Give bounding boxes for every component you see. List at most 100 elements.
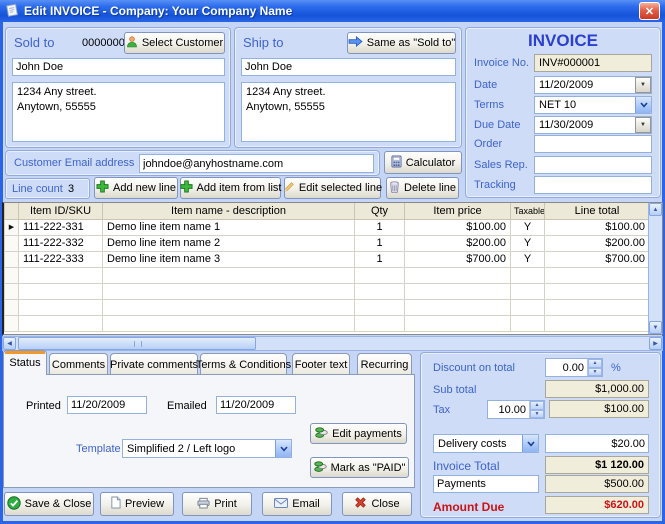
tab-terms-conditions[interactable]: Terms & Conditions [196, 353, 291, 375]
table-row[interactable]: ▶ 111-222-331 Demo line item name 1 1 $100.0… [4, 218, 650, 236]
cell[interactable]: 111-222-332 [18, 234, 103, 252]
cell[interactable]: $200.00 [404, 234, 511, 252]
cell [544, 314, 650, 332]
cell[interactable]: 1 [354, 234, 405, 252]
scrollbar-thumb[interactable] [18, 337, 256, 350]
delivery-costs-select[interactable]: Delivery costs [433, 434, 539, 453]
cell[interactable]: $100.00 [544, 218, 650, 236]
cell[interactable]: 1 [354, 250, 405, 268]
cell[interactable]: 111-222-333 [18, 250, 103, 268]
col-qty[interactable]: Qty [354, 203, 405, 220]
order-input[interactable] [534, 135, 652, 153]
chevron-down-icon[interactable] [522, 435, 538, 452]
scroll-up-icon[interactable]: ▲ [649, 203, 662, 216]
scroll-left-icon[interactable]: ◀ [3, 337, 16, 350]
cell[interactable]: Demo line item name 1 [102, 218, 355, 236]
ship-to-name-input[interactable] [241, 58, 456, 76]
col-description[interactable]: Item name - description [102, 203, 355, 220]
line-items-grid: Item ID/SKU Item name - description Qty … [2, 202, 663, 335]
add-new-line-button[interactable]: Add new line [94, 177, 178, 199]
cell [510, 298, 545, 316]
chevron-down-icon[interactable] [275, 440, 291, 457]
table-row[interactable]: 111-222-333 Demo line item name 3 1 $700.00… [4, 250, 650, 268]
template-select[interactable]: Simplified 2 / Left logo [122, 439, 292, 458]
mark-as-paid-button[interactable]: Mark as "PAID" [310, 457, 409, 478]
spin-up-icon[interactable]: ▲ [530, 401, 544, 410]
calculator-button[interactable]: Calculator [384, 151, 462, 174]
ship-to-address-input[interactable]: 1234 Any street. Anytown, 55555 [241, 82, 456, 142]
spin-down-icon[interactable]: ▼ [530, 409, 544, 418]
delete-line-button[interactable]: Delete line [386, 177, 459, 199]
cell [18, 266, 103, 284]
edit-selected-line-button[interactable]: Edit selected line [284, 177, 382, 199]
emailed-date-input[interactable] [216, 396, 296, 414]
tracking-input[interactable] [534, 176, 652, 194]
payments-field[interactable] [433, 475, 539, 493]
person-icon [126, 35, 138, 51]
col-item-id[interactable]: Item ID/SKU [18, 203, 103, 220]
terms-select[interactable]: NET 10 [534, 96, 652, 114]
tax-rate-input[interactable] [488, 401, 529, 418]
horizontal-scrollbar[interactable]: ◀ ▶ [2, 336, 663, 351]
spin-down-icon[interactable]: ▼ [588, 367, 602, 376]
col-item-price[interactable]: Item price [404, 203, 511, 220]
cell[interactable]: 1 [354, 218, 405, 236]
invoice-no-field: INV#000001 [534, 54, 652, 72]
select-customer-button[interactable]: Select Customer [124, 32, 225, 54]
vertical-scrollbar[interactable]: ▲ ▼ [648, 203, 662, 334]
printed-date-input[interactable] [67, 396, 147, 414]
trash-icon [389, 180, 400, 196]
discount-input[interactable] [546, 359, 587, 376]
sold-to-name-input[interactable] [12, 58, 225, 76]
print-button[interactable]: Print [182, 492, 252, 516]
col-taxable[interactable]: Taxable [510, 203, 545, 220]
cell[interactable]: $200.00 [544, 234, 650, 252]
edit-payments-button[interactable]: Edit payments [310, 423, 407, 444]
dropdown-arrow-icon[interactable]: ▼ [635, 117, 651, 133]
tax-spinner[interactable]: ▲▼ [487, 400, 545, 419]
cell [404, 314, 511, 332]
spin-up-icon[interactable]: ▲ [588, 359, 602, 368]
chevron-down-icon[interactable] [635, 97, 651, 113]
dropdown-arrow-icon[interactable]: ▼ [635, 77, 651, 93]
table-row[interactable]: 111-222-332 Demo line item name 2 1 $200.00… [4, 234, 650, 252]
cell[interactable]: Demo line item name 2 [102, 234, 355, 252]
close-button[interactable]: Close [342, 492, 412, 516]
tax-amount-field: $100.00 [549, 400, 649, 418]
email-button[interactable]: Email [262, 492, 332, 516]
scroll-down-icon[interactable]: ▼ [649, 321, 662, 334]
cell[interactable]: 111-222-331 [18, 218, 103, 236]
same-as-sold-to-button[interactable]: Same as "Sold to" [347, 32, 456, 54]
add-item-from-list-button[interactable]: Add item from list [179, 177, 281, 199]
close-window-icon[interactable]: ✕ [639, 2, 660, 20]
percent-label: % [611, 362, 621, 374]
tab-comments[interactable]: Comments [49, 353, 108, 375]
preview-button[interactable]: Preview [100, 492, 174, 516]
scroll-right-icon[interactable]: ▶ [649, 337, 662, 350]
delivery-costs-input[interactable] [545, 434, 649, 453]
sold-to-address-input[interactable]: 1234 Any street. Anytown, 55555 [12, 82, 225, 142]
cell[interactable]: Y [510, 218, 545, 236]
tab-recurring[interactable]: Recurring [357, 353, 412, 375]
cell[interactable]: $100.00 [404, 218, 511, 236]
customer-email-input[interactable] [139, 154, 374, 173]
date-select[interactable]: 11/20/2009 ▼ [534, 76, 652, 94]
tab-status[interactable]: Status [3, 350, 47, 375]
discount-spinner[interactable]: ▲▼ [545, 358, 603, 377]
table-row-empty [4, 314, 650, 332]
due-date-select[interactable]: 11/30/2009 ▼ [534, 116, 652, 134]
save-and-close-button[interactable]: Save & Close [4, 492, 94, 516]
col-line-total[interactable]: Line total [544, 203, 650, 220]
cell[interactable]: Demo line item name 3 [102, 250, 355, 268]
cell[interactable]: $700.00 [544, 250, 650, 268]
cell[interactable]: Y [510, 234, 545, 252]
table-row-empty [4, 282, 650, 300]
terms-label: Terms [474, 99, 504, 111]
sales-rep-input[interactable] [534, 156, 652, 174]
sold-to-panel: Sold to 00000001 Select Customer 1234 An… [5, 27, 231, 148]
tab-footer-text[interactable]: Footer text [292, 353, 350, 375]
tab-private-comments[interactable]: Private comments [110, 353, 198, 375]
select-customer-label: Select Customer [141, 37, 224, 49]
cell[interactable]: $700.00 [404, 250, 511, 268]
cell[interactable]: Y [510, 250, 545, 268]
